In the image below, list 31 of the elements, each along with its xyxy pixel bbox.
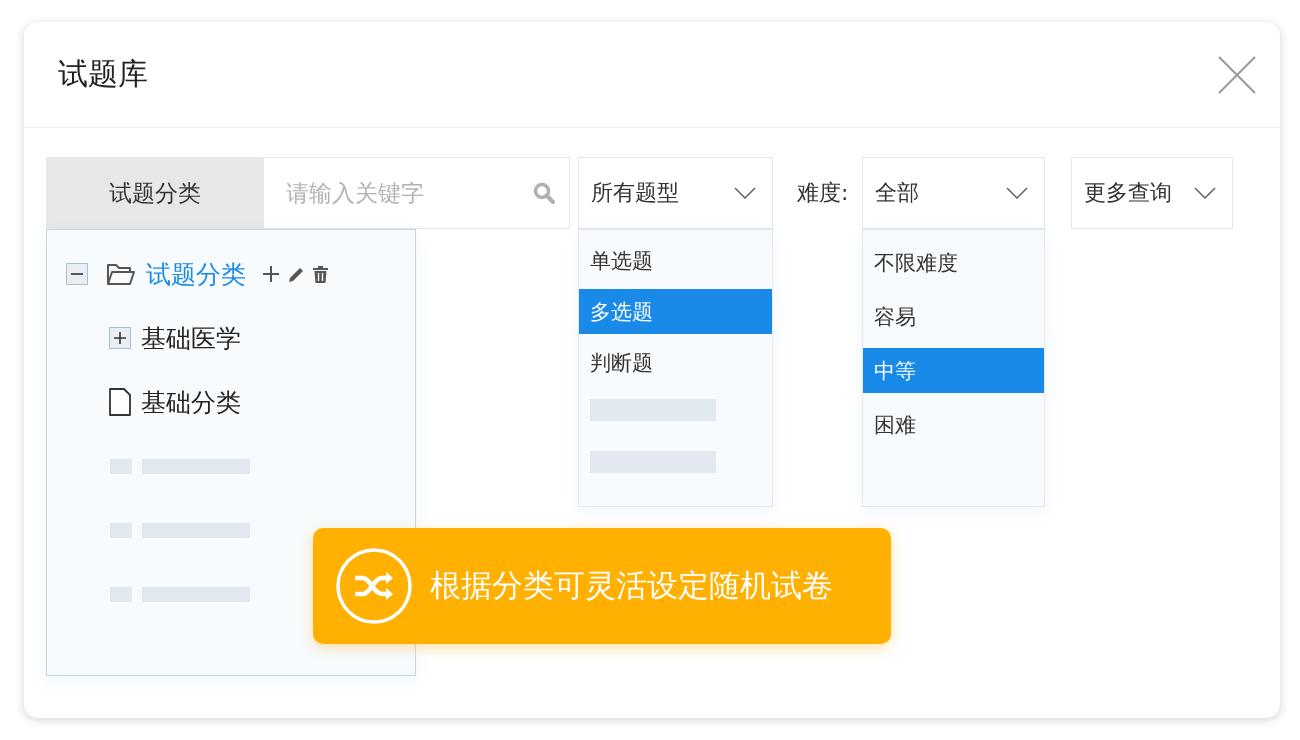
category-tab[interactable]: 试题分类 [46,157,263,229]
tree-node-label[interactable]: 基础分类 [141,385,241,419]
window-title: 试题库 [58,55,148,93]
dropdown-option[interactable]: 判断题 [579,340,772,385]
chevron-down-icon [1194,187,1216,199]
dropdown-option[interactable]: 中等 [863,348,1044,393]
difficulty-label: 难度: [796,179,850,207]
shuffle-icon [336,548,412,624]
dropdown-option[interactable]: 不限难度 [863,240,1044,285]
add-icon[interactable] [262,265,280,283]
dropdown-option[interactable]: 单选题 [579,238,772,283]
question-type-select[interactable]: 所有题型 [578,157,773,229]
file-icon [109,388,131,416]
edit-icon[interactable] [288,265,305,283]
folder-icon [106,262,136,286]
tree-node-label[interactable]: 基础医学 [141,321,241,355]
search-input[interactable]: 请输入关键字 [284,179,533,207]
expand-icon[interactable] [109,327,131,349]
delete-icon[interactable] [313,265,328,283]
dropdown-option[interactable]: 困难 [863,402,1044,447]
close-icon[interactable] [1218,55,1256,94]
difficulty-select[interactable]: 全部 [862,157,1045,229]
search-field[interactable]: 请输入关键字 [263,157,570,229]
more-filters-select[interactable]: 更多查询 [1071,157,1233,229]
chevron-down-icon [1006,187,1028,199]
dropdown-option[interactable]: 容易 [863,294,1044,339]
banner-text: 根据分类可灵活设定随机试卷 [430,566,833,605]
tree-node-label[interactable]: 试题分类 [146,257,246,291]
dropdown-option[interactable]: 多选题 [579,289,772,334]
collapse-icon[interactable] [66,263,88,285]
chevron-down-icon [734,187,756,199]
